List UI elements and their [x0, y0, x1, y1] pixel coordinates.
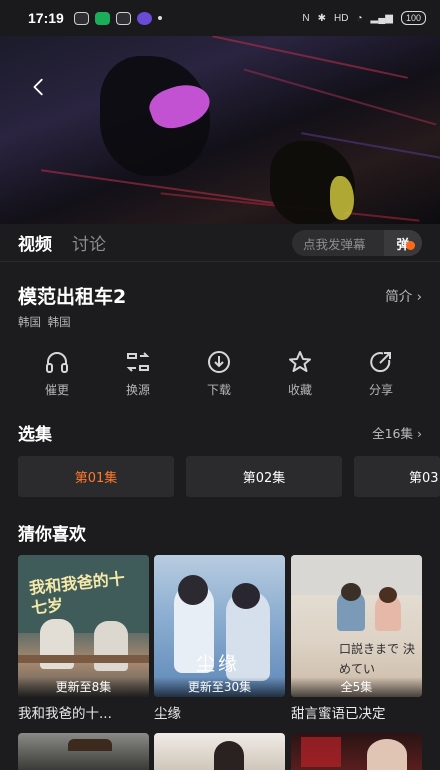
poster-title-text: 口説きまで 決めてい [339, 642, 415, 676]
video-player[interactable] [0, 36, 440, 224]
episodes-title: 选集 [18, 425, 52, 445]
star-icon [289, 351, 311, 372]
action-label: 收藏 [287, 383, 312, 397]
battery-icon: 100 [400, 11, 426, 25]
bluetooth-icon: ✱ [317, 12, 326, 24]
all-episodes-link[interactable]: 全16集 › [372, 423, 422, 442]
more-dot-icon [157, 16, 162, 20]
favorite-button[interactable]: 收藏 [260, 348, 340, 398]
wifi-icon: ◔ [356, 12, 363, 24]
recommend-name: 甜言蜜语已决定 [291, 706, 386, 722]
hd-icon: HD [334, 12, 349, 24]
headphones-icon [46, 352, 68, 373]
message-app-icon [94, 11, 110, 25]
status-notification-icons [73, 11, 162, 25]
recommend-poster-partial[interactable] [18, 733, 149, 770]
action-bar: 催更 换源 下载 收藏 分享 [0, 348, 440, 404]
status-bar: 17:19 N ✱ HD ◔ ▂▄▆ 100 [0, 0, 440, 36]
app-notification-icon [136, 11, 152, 25]
poster-image: 我和我爸的十七岁 更新至8集 [18, 555, 149, 697]
back-arrow-icon[interactable] [28, 76, 50, 98]
poster-status: 更新至8集 [18, 677, 149, 697]
action-label: 分享 [368, 383, 393, 397]
episode-button-02[interactable]: 第02集 [186, 456, 342, 497]
detail-tabs: 视频 讨论 点我发弹幕 弹 [0, 224, 440, 262]
share-icon [370, 352, 391, 372]
episode-button-03[interactable]: 第03 [354, 456, 440, 497]
recommend-card[interactable]: 口説きまで 決めてい 全5集 甜言蜜语已决定 [291, 555, 422, 722]
recommend-poster-partial[interactable] [154, 733, 285, 770]
recommend-name: 尘缘 [154, 706, 181, 722]
nfc-icon: N [302, 12, 310, 24]
urge-update-button[interactable]: 催更 [17, 348, 97, 398]
action-label: 换源 [125, 383, 150, 397]
danmu-on-badge [406, 241, 415, 250]
poster-image: 口説きまで 決めてい 全5集 [291, 555, 422, 697]
intro-link[interactable]: 简介 › [385, 285, 422, 305]
download-button[interactable]: 下载 [179, 348, 259, 398]
danmu-input[interactable]: 点我发弹幕 [292, 234, 384, 253]
status-time: 17:19 [28, 10, 64, 26]
share-button[interactable]: 分享 [341, 348, 421, 398]
mail-icon [115, 11, 131, 25]
action-label: 催更 [44, 383, 69, 397]
episode-button-01[interactable]: 第01集 [18, 456, 174, 497]
tab-video[interactable]: 视频 [18, 230, 52, 255]
recommend-title: 猜你喜欢 [18, 525, 86, 545]
signal-icon: ▂▄▆ [370, 12, 393, 24]
recommend-card[interactable]: 尘缘 更新至30集 尘缘 [154, 555, 285, 722]
recommend-name: 我和我爸的十... [18, 706, 112, 722]
download-icon [208, 351, 230, 373]
action-label: 下载 [206, 383, 231, 397]
show-title: 模范出租车2 [18, 286, 127, 308]
status-right-icons: N ✱ HD ◔ ▂▄▆ 100 [302, 11, 426, 25]
poster-status: 全5集 [291, 677, 422, 697]
recommend-card[interactable]: 我和我爸的十七岁 更新至8集 我和我爸的十... [18, 555, 149, 722]
danmu-bar: 点我发弹幕 弹 [292, 230, 422, 256]
recommend-poster-partial[interactable] [291, 733, 422, 770]
poster-image: 尘缘 更新至30集 [154, 555, 285, 697]
poster-status: 更新至30集 [154, 677, 285, 697]
danmu-toggle-button[interactable]: 弹 [384, 230, 422, 256]
poster-title-text: 尘缘 [196, 653, 241, 675]
switch-source-icon [126, 352, 150, 372]
tab-discuss[interactable]: 讨论 [72, 230, 106, 255]
chat-icon [73, 11, 89, 25]
show-tags: 韩国 韩国 [18, 315, 71, 329]
switch-source-button[interactable]: 换源 [98, 348, 178, 398]
